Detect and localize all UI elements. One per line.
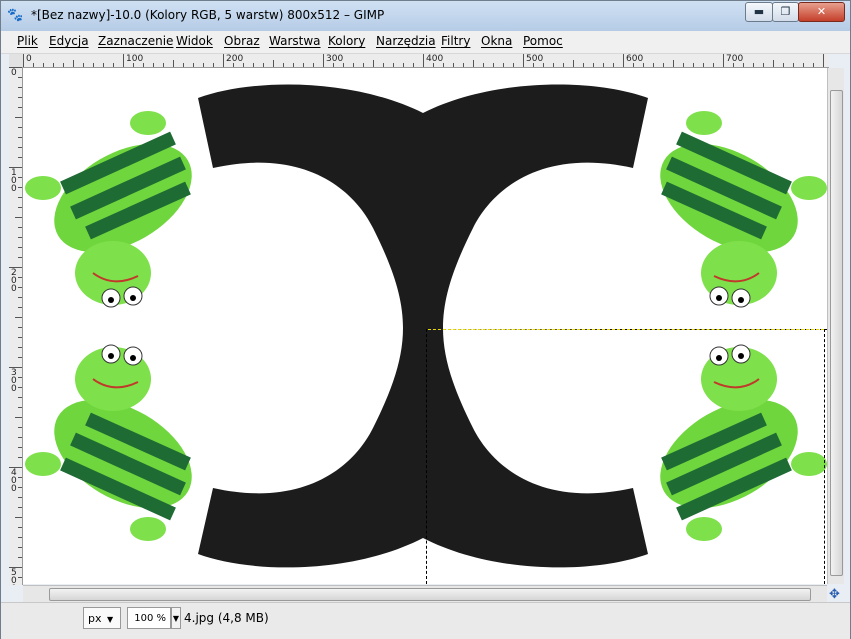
unit-value: px [88, 612, 102, 625]
ruler-label: 400 [426, 54, 444, 64]
horizontal-scrollbar[interactable] [23, 585, 827, 602]
ruler-label: 200 [11, 268, 17, 294]
zoom-dropdown-button[interactable]: ▼ [171, 607, 181, 629]
menu-help[interactable]: Pomoc [523, 34, 563, 48]
vertical-ruler[interactable]: 0 100 200 300 400 500 [9, 67, 23, 585]
status-bar: px ▼ 100 % ▼ 4.jpg (4,8 MB) [1, 602, 850, 639]
ruler-label: 500 [526, 54, 544, 64]
selection-edge-right [824, 329, 825, 584]
frog-top-left [25, 111, 192, 308]
menu-bar: Plik Edycja Zaznaczenie Widok Obraz Wars… [1, 31, 850, 54]
menu-filters[interactable]: Filtry [441, 34, 470, 48]
ruler-label: 0 [26, 54, 32, 64]
close-button[interactable]: ✕ [798, 2, 845, 22]
gimp-icon: 🐾 [7, 8, 24, 23]
frog-bottom-left [25, 344, 192, 541]
menu-image[interactable]: Obraz [224, 34, 260, 48]
image-canvas[interactable] [23, 68, 829, 584]
horizontal-ruler[interactable]: 0 100 200 300 400 500 600 700 [23, 54, 829, 68]
vertical-ruler-ticks [9, 67, 22, 578]
navigate-icon[interactable]: ✥ [829, 587, 840, 602]
ruler-label: 500 [11, 568, 17, 586]
maximize-button[interactable]: ❐ [772, 2, 799, 22]
ruler-label: 300 [326, 54, 344, 64]
menu-file[interactable]: Plik [17, 34, 38, 48]
black-shape [198, 84, 648, 568]
frog-bottom-right [660, 344, 827, 541]
status-file-info: 4.jpg (4,8 MB) [184, 611, 269, 625]
vertical-scrollbar[interactable] [827, 68, 844, 584]
ruler-label: 0 [11, 68, 17, 78]
horizontal-scroll-thumb[interactable] [49, 588, 811, 601]
title-bar: 🐾 *[Bez nazwy]-10.0 (Kolory RGB, 5 warst… [1, 1, 850, 31]
menu-edit[interactable]: Edycja [49, 34, 89, 48]
zoom-field[interactable]: 100 % [127, 607, 171, 629]
selection-edge-left [426, 329, 427, 584]
vertical-scroll-thumb[interactable] [830, 90, 843, 576]
frog-top-right [660, 111, 827, 308]
ruler-label: 700 [726, 54, 744, 64]
window-title: *[Bez nazwy]-10.0 (Kolory RGB, 5 warstw)… [31, 8, 385, 22]
menu-view[interactable]: Widok [176, 34, 213, 48]
ruler-label: 100 [126, 54, 144, 64]
menu-colors[interactable]: Kolory [328, 34, 365, 48]
menu-select[interactable]: Zaznaczenie [98, 34, 173, 48]
ruler-label: 400 [11, 468, 17, 494]
gimp-window: 🐾 *[Bez nazwy]-10.0 (Kolory RGB, 5 warst… [0, 0, 851, 639]
ruler-corner[interactable] [9, 54, 23, 68]
ruler-label: 200 [226, 54, 244, 64]
minimize-button[interactable]: ▬ [745, 2, 773, 22]
unit-selector[interactable]: px ▼ [83, 607, 121, 629]
ruler-label: 100 [11, 168, 17, 194]
chevron-down-icon: ▼ [107, 615, 114, 624]
selection-edge-top-highlight [428, 329, 824, 330]
menu-layer[interactable]: Warstwa [269, 34, 321, 48]
menu-tools[interactable]: Narzędzia [376, 34, 436, 48]
menu-windows[interactable]: Okna [481, 34, 512, 48]
ruler-label: 600 [626, 54, 644, 64]
ruler-label: 300 [11, 368, 17, 394]
